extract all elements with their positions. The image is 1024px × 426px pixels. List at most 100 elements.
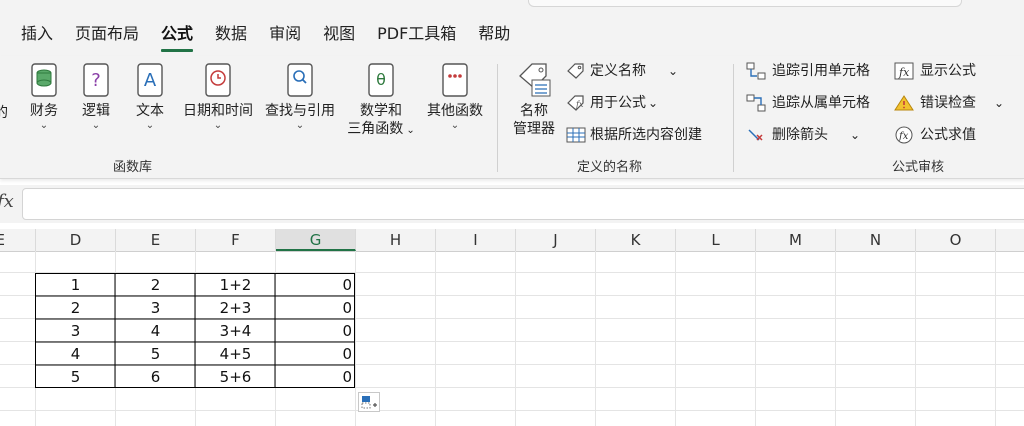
column-header-h[interactable]: H bbox=[356, 229, 436, 251]
table-cell[interactable]: 5+6 bbox=[196, 366, 275, 389]
chevron-down-icon: ⌄ bbox=[403, 125, 415, 136]
search-box-edge[interactable] bbox=[528, 0, 962, 7]
remove-arrows-label: 删除箭头 bbox=[772, 127, 828, 143]
trace-dependents-icon bbox=[746, 94, 766, 112]
table-cell[interactable]: 6 bbox=[116, 366, 195, 389]
ribbon-tabs: 插入 页面布局 公式 数据 审阅 视图 PDF工具箱 帮助 bbox=[0, 22, 520, 52]
column-header-n[interactable]: N bbox=[836, 229, 916, 251]
column-header-k[interactable]: K bbox=[596, 229, 676, 251]
datetime-label: 日期和时间 bbox=[183, 103, 253, 119]
grid-line bbox=[435, 251, 436, 426]
show-formulas-button[interactable]: fx 显示公式 bbox=[894, 60, 976, 82]
evaluate-formula-icon: fx bbox=[895, 126, 913, 144]
column-header-e[interactable]: E bbox=[116, 229, 196, 251]
table-cell[interactable]: 0 bbox=[276, 343, 352, 366]
use-in-formula-label: 用于公式 bbox=[590, 95, 646, 111]
tab-view[interactable]: 视图 bbox=[313, 22, 365, 48]
warning-icon bbox=[894, 95, 914, 111]
trace-dependents-button[interactable]: 追踪从属单元格 bbox=[746, 92, 870, 114]
more-functions-button[interactable]: 其他函数 ⌄ bbox=[422, 62, 488, 132]
formula-input[interactable] bbox=[22, 188, 1024, 220]
tab-review[interactable]: 审阅 bbox=[259, 22, 311, 48]
chevron-down-icon: ⌄ bbox=[39, 120, 49, 131]
create-from-selection-icon bbox=[566, 127, 586, 143]
group-label-defined-names: 定义的名称 bbox=[577, 160, 643, 175]
evaluate-formula-label: 公式求值 bbox=[920, 127, 976, 143]
define-name-label: 定义名称 bbox=[590, 63, 646, 79]
evaluate-formula-button[interactable]: fx 公式求值 bbox=[894, 124, 976, 146]
table-cell[interactable]: 2+3 bbox=[196, 297, 275, 320]
trace-dependents-label: 追踪从属单元格 bbox=[772, 95, 870, 111]
magnifier-icon bbox=[287, 63, 313, 97]
table-cell[interactable]: 5 bbox=[36, 366, 115, 389]
grid-line bbox=[515, 251, 516, 426]
logic-button[interactable]: ? 逻辑 ⌄ bbox=[76, 62, 116, 132]
column-header-j[interactable]: J bbox=[516, 229, 596, 251]
table-cell[interactable]: 3 bbox=[116, 297, 195, 320]
column-header-o[interactable]: O bbox=[916, 229, 996, 251]
more-functions-icon bbox=[442, 63, 468, 97]
group-label-formula-auditing: 公式审核 bbox=[892, 160, 945, 175]
column-header-m[interactable]: M bbox=[756, 229, 836, 251]
define-name-button[interactable]: 定义名称 ⌄ bbox=[566, 60, 678, 82]
use-in-formula-button[interactable]: fx 用于公式 ⌄ bbox=[566, 92, 658, 114]
tab-help[interactable]: 帮助 bbox=[468, 22, 520, 48]
column-header-g[interactable]: G bbox=[276, 229, 356, 251]
remove-arrows-button[interactable]: 删除箭头 ⌄ bbox=[746, 124, 860, 146]
column-header-i[interactable]: I bbox=[436, 229, 516, 251]
chevron-down-icon: ⌄ bbox=[295, 120, 305, 131]
table-cell[interactable]: 4+5 bbox=[196, 343, 275, 366]
table-cell[interactable]: 1 bbox=[36, 274, 115, 297]
name-manager-icon bbox=[519, 63, 551, 97]
grid-line bbox=[675, 251, 676, 426]
tab-formulas[interactable]: 公式 bbox=[151, 22, 203, 52]
math-trig-button[interactable]: θ 数学和 三角函数 ⌄ bbox=[342, 62, 420, 140]
column-header-l[interactable]: L bbox=[676, 229, 756, 251]
table-cell[interactable]: 3 bbox=[36, 320, 115, 343]
trace-precedents-icon bbox=[746, 62, 766, 80]
grid-line bbox=[835, 251, 836, 426]
svg-text:fx: fx bbox=[575, 100, 584, 109]
partial-button-label[interactable]: 的 bbox=[0, 104, 8, 122]
table-cell[interactable]: 4 bbox=[116, 320, 195, 343]
finance-button[interactable]: 财务 ⌄ bbox=[24, 62, 64, 132]
error-checking-label: 错误检查 bbox=[920, 95, 976, 111]
table-cell[interactable]: 4 bbox=[36, 343, 115, 366]
tab-data[interactable]: 数据 bbox=[205, 22, 257, 48]
tab-insert[interactable]: 插入 bbox=[11, 22, 63, 48]
create-from-selection-button[interactable]: 根据所选内容创建 bbox=[566, 124, 702, 146]
table-cell[interactable]: 0 bbox=[276, 366, 352, 389]
group-label-function-library: 函数库 bbox=[113, 160, 153, 175]
ribbon-formulas: 的 财务 ⌄ ? 逻辑 ⌄ A 文本 ⌄ 日期和时间 ⌄ 查找与引用 ⌄ θ 数… bbox=[0, 56, 1024, 179]
column-header-d[interactable]: D bbox=[36, 229, 116, 251]
svg-text:fx: fx bbox=[898, 131, 909, 142]
table-cell[interactable]: 2 bbox=[116, 274, 195, 297]
datetime-button[interactable]: 日期和时间 ⌄ bbox=[178, 62, 258, 132]
table-cell[interactable]: 0 bbox=[276, 320, 352, 343]
chevron-down-icon: ⌄ bbox=[850, 128, 861, 142]
table-cell[interactable]: 3+4 bbox=[196, 320, 275, 343]
table-cell[interactable]: 5 bbox=[116, 343, 195, 366]
table-cell[interactable]: 0 bbox=[276, 297, 352, 320]
tab-pdf-tools[interactable]: PDF工具箱 bbox=[367, 22, 466, 48]
table-cell[interactable]: 1+2 bbox=[196, 274, 275, 297]
fx-icon[interactable]: fx bbox=[0, 191, 14, 212]
table-cell[interactable]: 2 bbox=[36, 297, 115, 320]
trace-precedents-button[interactable]: 追踪引用单元格 bbox=[746, 60, 870, 82]
column-header-f[interactable]: F bbox=[196, 229, 276, 251]
tab-page-layout[interactable]: 页面布局 bbox=[65, 22, 149, 48]
group-separator bbox=[733, 64, 734, 172]
table-cell[interactable]: 0 bbox=[276, 274, 352, 297]
logic-label: 逻辑 bbox=[82, 103, 110, 119]
lookup-button[interactable]: 查找与引用 ⌄ bbox=[260, 62, 340, 132]
name-manager-label-line1: 名称 bbox=[520, 103, 548, 119]
text-button[interactable]: A 文本 ⌄ bbox=[130, 62, 170, 132]
create-from-selection-label: 根据所选内容创建 bbox=[590, 127, 702, 143]
name-manager-button[interactable]: 名称 管理器 bbox=[508, 62, 560, 138]
column-header-e-partial[interactable]: E bbox=[0, 229, 36, 251]
name-manager-label-line2: 管理器 bbox=[513, 121, 555, 137]
error-checking-button[interactable]: 错误检查 ⌄ bbox=[894, 92, 1004, 114]
quick-analysis-button[interactable] bbox=[358, 392, 380, 412]
show-formulas-label: 显示公式 bbox=[920, 63, 976, 79]
text-icon: A bbox=[137, 63, 163, 97]
